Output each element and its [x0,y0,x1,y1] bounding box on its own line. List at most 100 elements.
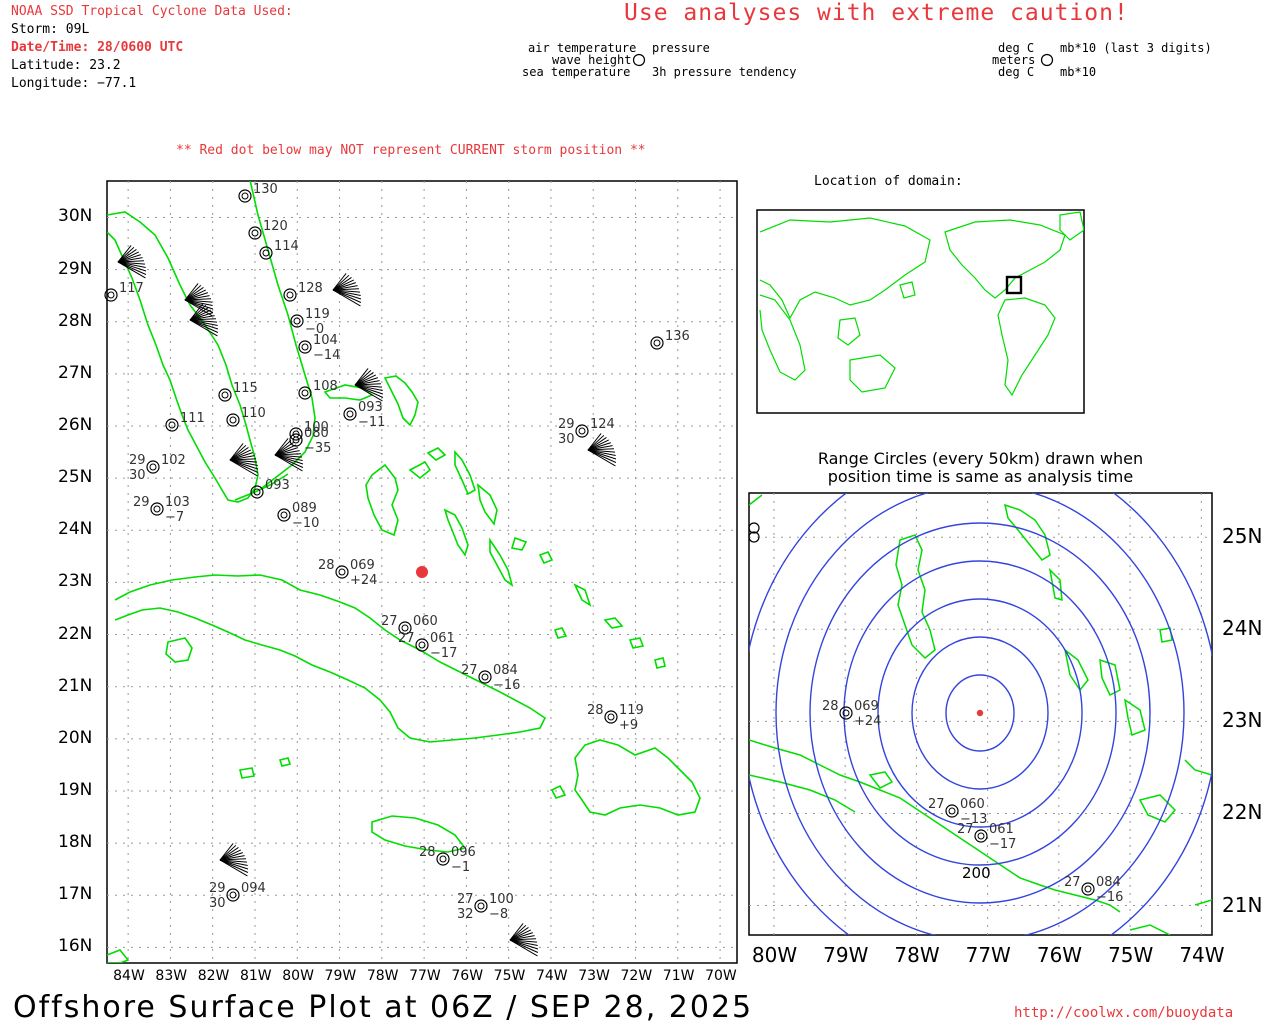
lat-label: 19N [58,779,93,800]
footer-title: Offshore Surface Plot at 06Z / SEP 28, 2… [13,990,754,1025]
rc-lat-label: 21N [1222,892,1263,917]
station-tendency: −7 [165,510,184,525]
station-pressure: 061 [430,631,455,646]
lat-label: 24N [58,519,93,540]
station-temp: 29 [129,453,146,468]
station-pressure: 115 [233,381,258,396]
lon-label: 71W [662,968,695,984]
station-tendency: −17 [430,646,457,661]
rc-lon-label: 77W [965,943,1011,967]
station-temp: 27 [398,631,415,646]
lon-label: 70W [705,968,737,984]
station-pressure: 060 [413,614,438,629]
station-tendency: −14 [313,348,340,363]
station-temp: 27 [928,797,945,812]
station-pressure: 103 [165,495,190,510]
station-temp: 28 [419,845,436,860]
range-circles-title-2: position time is same as analysis time [827,467,1134,486]
station-sea-temp: 32 [457,907,474,922]
station-tendency: −16 [1096,890,1123,905]
lon-label: 77W [409,968,441,984]
station-pressure: 120 [263,219,288,234]
station-temp: 28 [318,558,335,573]
lat-label: 20N [58,727,93,748]
station-sea-temp: 30 [209,896,226,911]
lon-label: 80W [282,968,314,984]
range-circles-storm-marker [976,709,984,717]
station-pressure: 100 [489,892,514,907]
location-inset-title: Location of domain: [814,174,963,189]
footer-url[interactable]: http://coolwx.com/buoydata [1014,1005,1233,1021]
station-pressure: 084 [1096,875,1121,890]
rc-lat-label: 22N [1222,800,1263,825]
station-temp: 29 [558,417,575,432]
lon-label: 78W [366,968,399,984]
lat-label: 29N [58,258,93,279]
lat-label: 26N [58,415,93,436]
lon-label: 74W [535,968,568,984]
station-pressure: 094 [241,881,266,896]
storm-position-marker [416,566,428,578]
station-sea-temp: 30 [558,432,575,447]
lat-label: 21N [58,675,93,696]
station-temp: 28 [822,699,839,714]
rc-lon-label: 76W [1036,943,1083,967]
lon-label: 83W [155,968,188,984]
lon-label: 82W [197,968,230,984]
rc-lon-label: 80W [751,943,798,967]
lat-label: 30N [58,206,93,227]
station-pressure: 128 [298,281,323,296]
station-temp: 29 [209,881,226,896]
rc-lat-label: 25N [1222,524,1263,549]
lon-label: 73W [578,968,610,984]
lat-label: 22N [58,623,93,644]
lat-label: 27N [58,362,93,383]
station-pressure: 117 [119,281,144,296]
rc-lat-label: 24N [1222,616,1263,641]
station-tendency: +24 [350,573,377,588]
station-pressure: 124 [590,417,615,432]
station-pressure: 084 [493,663,518,678]
station-temp: 27 [381,614,398,629]
range-circles-title-1: Range Circles (every 50km) drawn when [817,449,1144,468]
station-pressure: 100 [304,420,329,435]
main-surface-map: 28 069+2427 06027 061−1727 084−1628 119+928 09… [104,180,1213,964]
lon-label: 84W [113,968,145,984]
station-tendency: −35 [304,441,331,456]
lat-label: 17N [58,884,93,905]
station-pressure: 069 [854,699,879,714]
world-inset-frame [756,209,1085,414]
rc-lat-label: 23N [1222,708,1263,733]
lon-label: 72W [620,968,653,984]
station-tendency: −17 [989,837,1016,852]
station-pressure: 130 [253,182,278,197]
station-pressure: 119 [305,307,330,322]
lat-label: 18N [58,832,93,853]
station-pressure: 136 [665,329,690,344]
rc-lon-label: 74W [1179,943,1225,967]
station-tendency: −8 [489,907,508,922]
station-pressure: 119 [619,703,644,718]
station-temp: 27 [457,892,474,907]
rc-lon-label: 79W [823,943,869,967]
station-temp: 27 [1064,875,1081,890]
rc-lon-label: 78W [894,943,940,967]
station-temp: 28 [587,703,604,718]
station-pressure: 110 [241,406,266,421]
lon-label: 76W [451,968,484,984]
lon-label: 79W [324,968,357,984]
lon-label: 75W [493,968,526,984]
station-pressure: 102 [161,453,186,468]
lat-label: 23N [58,571,93,592]
station-tendency: −16 [493,678,520,693]
station-pressure: 061 [989,822,1014,837]
lon-label: 81W [239,968,272,984]
station-pressure: 108 [313,379,338,394]
range-radius-label: 200 [962,864,991,882]
station-pressure: 111 [180,411,205,426]
station-pressure: 104 [313,333,338,348]
station-temp: 29 [133,495,150,510]
lat-label: 25N [58,467,93,488]
station-tendency: +9 [619,718,638,733]
station-temp: 27 [461,663,478,678]
